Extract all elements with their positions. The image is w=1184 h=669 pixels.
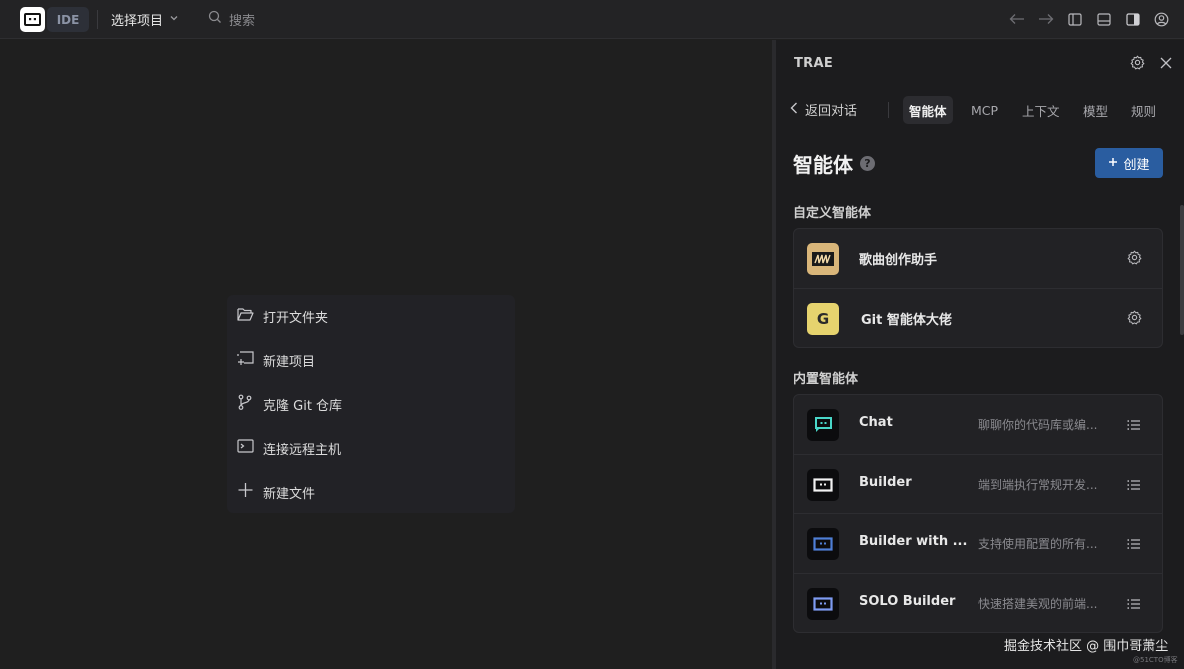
- start-item-label: 连接远程主机: [263, 442, 342, 458]
- new-project-icon: [237, 350, 254, 370]
- back-to-chat-button[interactable]: 返回对话: [790, 100, 857, 119]
- page-title: 智能体 ?: [793, 149, 875, 178]
- divider: [97, 10, 98, 29]
- toggle-left-sidebar-icon[interactable]: [1060, 8, 1089, 30]
- agent-name: Builder: [859, 474, 912, 490]
- title-bar: IDE 选择项目 搜索: [0, 0, 1184, 39]
- agent-name: Builder with ...: [859, 534, 968, 549]
- letter-g-avatar: G: [807, 302, 839, 335]
- terminal-icon: [237, 439, 254, 457]
- list-icon[interactable]: [1127, 416, 1141, 435]
- tab-agents[interactable]: 智能体: [903, 96, 953, 124]
- panel-scrollbar[interactable]: [1180, 205, 1184, 335]
- agent-name: 歌曲创作助手: [859, 253, 938, 268]
- folder-open-icon: [237, 307, 254, 326]
- agent-name: Git 智能体大佬: [861, 312, 952, 328]
- list-item[interactable]: Builder 端到端执行常规开发...: [794, 455, 1162, 514]
- tab-models[interactable]: 模型: [1077, 96, 1114, 124]
- toggle-right-sidebar-icon[interactable]: [1118, 8, 1147, 30]
- tab-context[interactable]: 上下文: [1016, 96, 1066, 124]
- toggle-bottom-panel-icon[interactable]: [1089, 8, 1118, 30]
- close-icon[interactable]: [1159, 55, 1173, 74]
- agent-description: 支持使用配置的所有...: [978, 537, 1098, 551]
- gear-icon[interactable]: [1130, 55, 1145, 74]
- window-controls: [1002, 8, 1176, 30]
- chat-bubble-icon: [807, 409, 839, 441]
- gear-icon[interactable]: [1127, 250, 1142, 269]
- list-icon[interactable]: [1127, 595, 1141, 614]
- git-branch-icon: [237, 394, 254, 414]
- agent-name: SOLO Builder: [859, 593, 956, 609]
- custom-agents-list: 歌曲创作助手 G Git 智能体大佬: [793, 228, 1163, 348]
- project-select[interactable]: 选择项目: [111, 9, 179, 29]
- custom-agents-label: 自定义智能体: [793, 206, 872, 221]
- create-label: 创建: [1123, 157, 1150, 173]
- builtin-agents-list: Chat 聊聊你的代码库或编... Builder 端到端执行常规开发... B…: [793, 394, 1163, 633]
- tab-rules[interactable]: 规则: [1125, 96, 1162, 124]
- solo-builder-icon: [807, 587, 839, 620]
- search-icon: [208, 10, 222, 28]
- welcome-start-menu: 打开文件夹 新建项目 克隆 Git 仓库 连接远程主机 新建文件: [227, 295, 515, 513]
- ai-side-panel: TRAE 返回对话 智能体 MCP 上下文 模型 规则 智能体 ? 创建 自定义…: [776, 40, 1184, 669]
- arrow-left-icon[interactable]: [1002, 8, 1031, 30]
- help-icon[interactable]: ?: [860, 156, 875, 171]
- search-placeholder: 搜索: [229, 13, 256, 29]
- trae-logo-icon[interactable]: [20, 7, 45, 32]
- search-input[interactable]: 搜索: [208, 9, 255, 29]
- plus-icon: [1108, 156, 1118, 171]
- start-item-label: 新建项目: [263, 354, 316, 370]
- panel-title: TRAE: [794, 56, 834, 71]
- builder-mcp-icon: [807, 528, 839, 560]
- gear-icon[interactable]: [1127, 310, 1142, 329]
- open-folder-button[interactable]: 打开文件夹: [237, 301, 328, 331]
- list-item[interactable]: G Git 智能体大佬: [794, 289, 1162, 348]
- list-item[interactable]: 歌曲创作助手: [794, 229, 1162, 289]
- account-icon[interactable]: [1147, 8, 1176, 30]
- list-icon[interactable]: [1127, 476, 1141, 495]
- divider: [888, 102, 889, 118]
- list-item[interactable]: Chat 聊聊你的代码库或编...: [794, 395, 1162, 455]
- start-item-label: 克隆 Git 仓库: [263, 398, 343, 414]
- builder-icon: [807, 468, 839, 501]
- clone-git-repo-button[interactable]: 克隆 Git 仓库: [237, 389, 342, 419]
- agent-description: 快速搭建美观的前端...: [978, 596, 1098, 611]
- project-select-label: 选择项目: [111, 13, 164, 29]
- back-label: 返回对话: [805, 104, 858, 119]
- chevron-down-icon: [169, 12, 179, 27]
- new-project-button[interactable]: 新建项目: [237, 345, 315, 375]
- list-icon[interactable]: [1127, 535, 1141, 554]
- tab-mcp[interactable]: MCP: [965, 96, 1004, 124]
- start-item-label: 新建文件: [263, 486, 316, 502]
- chevron-left-icon: [790, 102, 798, 118]
- ide-mode-badge[interactable]: IDE: [47, 7, 89, 32]
- new-file-button[interactable]: 新建文件: [237, 477, 315, 507]
- create-agent-button[interactable]: 创建: [1095, 148, 1163, 178]
- start-item-label: 打开文件夹: [263, 310, 329, 326]
- list-item[interactable]: Builder with ... 支持使用配置的所有...: [794, 514, 1162, 574]
- panel-tabs: 返回对话 智能体 MCP 上下文 模型 规则: [790, 96, 1170, 124]
- music-wave-icon: [807, 243, 839, 275]
- heading-text: 智能体: [793, 153, 853, 177]
- arrow-right-icon[interactable]: [1031, 8, 1060, 30]
- agent-description: 端到端执行常规开发...: [978, 477, 1098, 492]
- agent-description: 聊聊你的代码库或编...: [978, 418, 1098, 432]
- plus-icon: [237, 482, 254, 502]
- agent-name: Chat: [859, 415, 893, 430]
- connect-remote-host-button[interactable]: 连接远程主机: [237, 433, 341, 463]
- builtin-agents-label: 内置智能体: [793, 372, 859, 387]
- watermark-text: 掘金技术社区 @ 围巾哥萧尘: [1004, 639, 1169, 654]
- list-item[interactable]: SOLO Builder 快速搭建美观的前端...: [794, 574, 1162, 633]
- watermark-small: @51CTO博客: [1133, 656, 1178, 664]
